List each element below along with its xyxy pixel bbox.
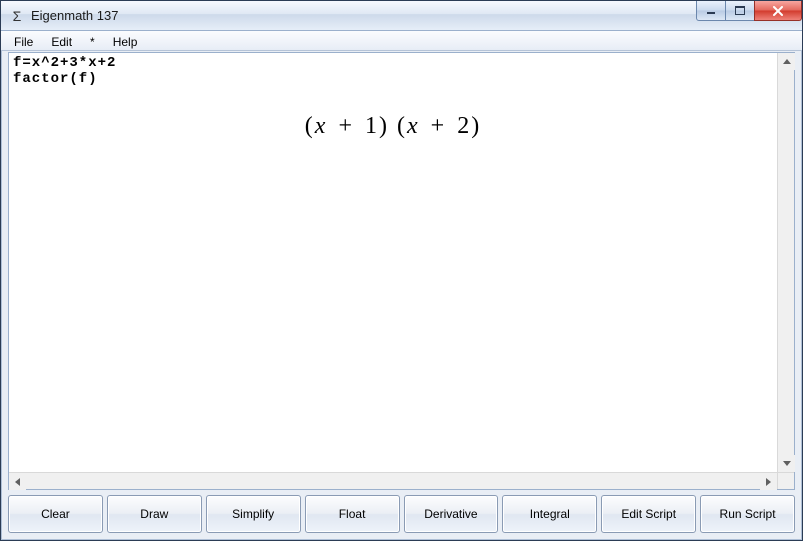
menu-star[interactable]: * [81,31,104,50]
toolbar: Clear Draw Simplify Float Derivative Int… [8,495,795,533]
window-title: Eigenmath 137 [31,8,118,23]
app-icon: Σ [9,8,25,24]
scroll-corner [777,472,794,489]
edit-script-button[interactable]: Edit Script [601,495,696,533]
scroll-right-button[interactable] [760,473,777,490]
output-viewport[interactable]: f=x^2+3*x+2 factor(f) (x + 1) (x + 2) [9,53,777,472]
derivative-button[interactable]: Derivative [404,495,499,533]
scroll-left-button[interactable] [9,473,26,490]
simplify-button[interactable]: Simplify [206,495,301,533]
clear-button[interactable]: Clear [8,495,103,533]
scroll-down-button[interactable] [778,455,795,472]
horizontal-scrollbar[interactable] [9,472,777,489]
run-script-button[interactable]: Run Script [700,495,795,533]
menu-bar: File Edit * Help [1,31,802,51]
input-line-1: f=x^2+3*x+2 [13,55,116,71]
vertical-scrollbar[interactable] [777,53,794,472]
draw-button[interactable]: Draw [107,495,202,533]
scroll-up-button[interactable] [778,53,795,70]
title-bar: Σ Eigenmath 137 [1,1,802,31]
input-history: f=x^2+3*x+2 factor(f) [9,53,777,89]
integral-button[interactable]: Integral [502,495,597,533]
window-controls [697,1,802,21]
output-area: f=x^2+3*x+2 factor(f) (x + 1) (x + 2) [8,52,795,490]
menu-help[interactable]: Help [104,31,147,50]
input-line-2: factor(f) [13,71,98,87]
close-button[interactable] [754,1,802,21]
maximize-button[interactable] [725,1,755,21]
minimize-button[interactable] [696,1,726,21]
app-window: Σ Eigenmath 137 File Edit * Help f=x^2+3… [0,0,803,541]
float-button[interactable]: Float [305,495,400,533]
menu-edit[interactable]: Edit [42,31,81,50]
menu-file[interactable]: File [5,31,42,50]
math-result: (x + 1) (x + 2) [9,113,777,140]
